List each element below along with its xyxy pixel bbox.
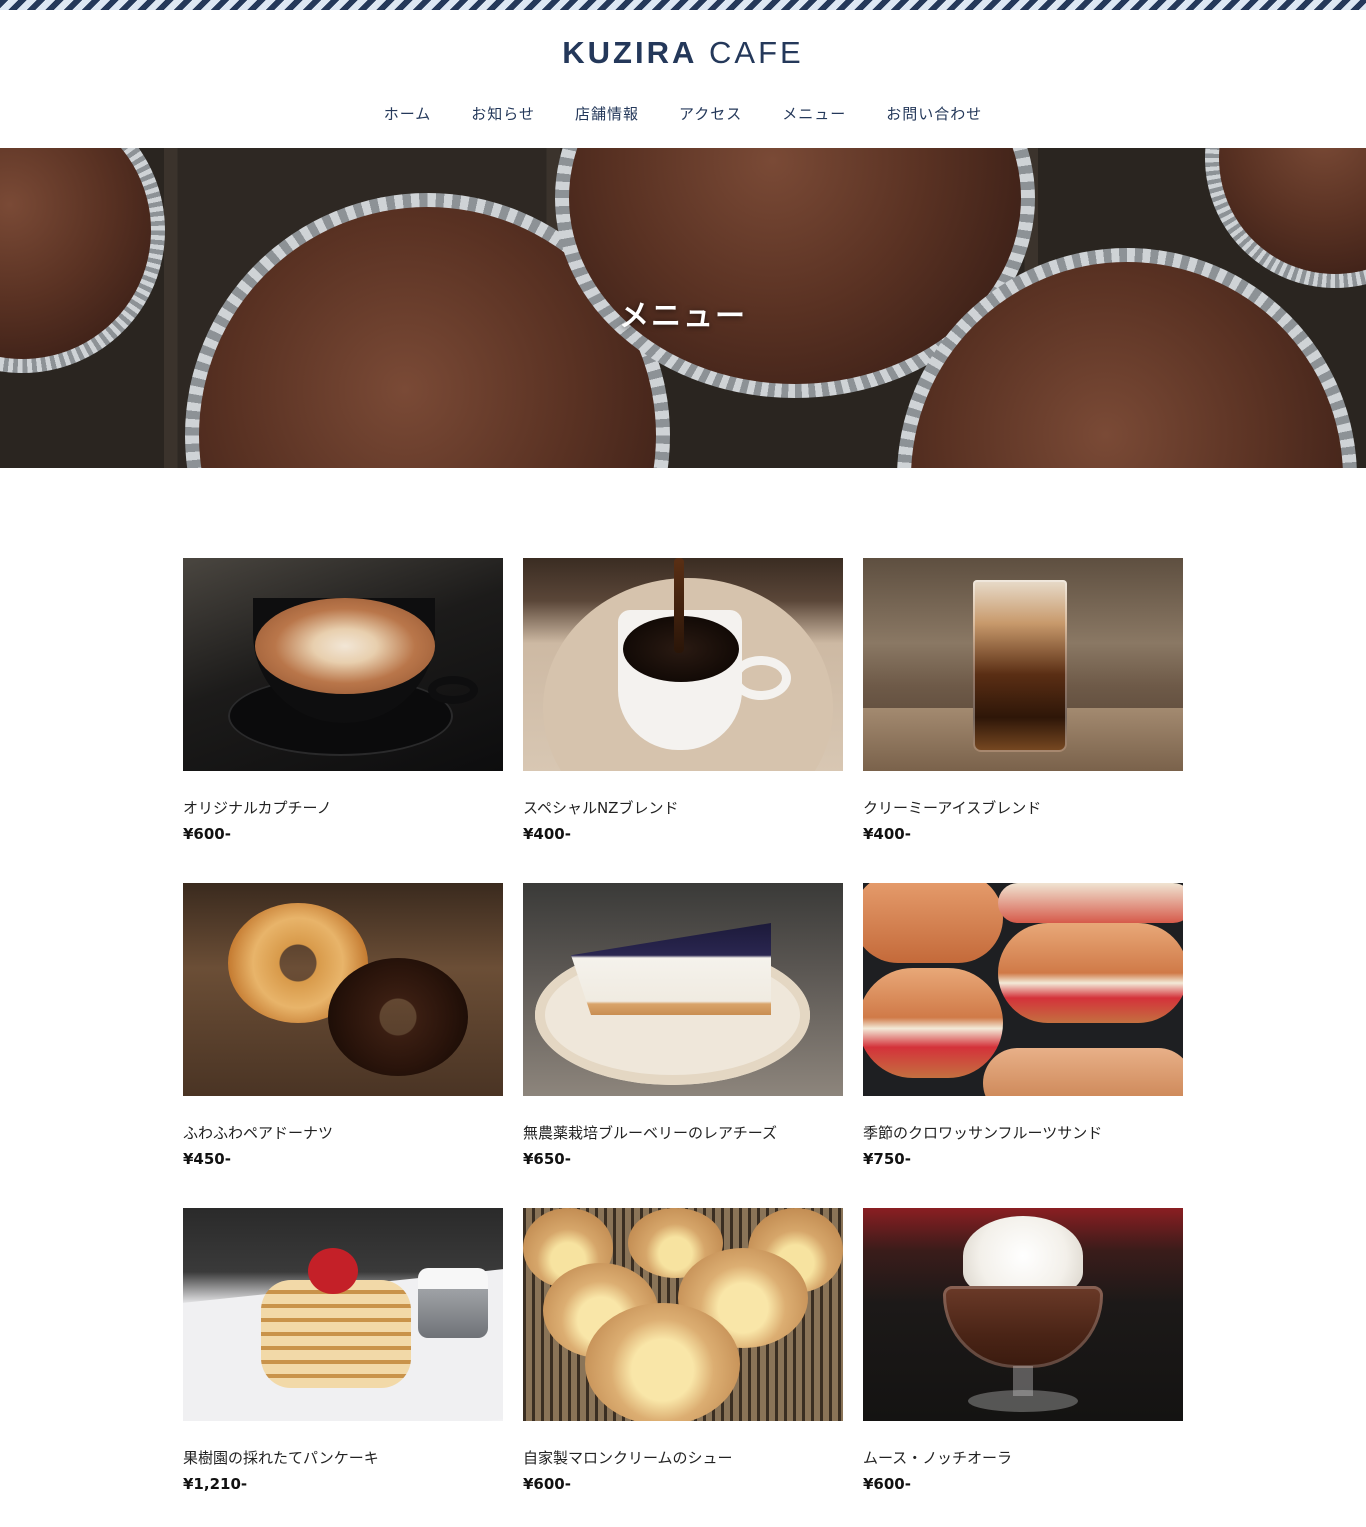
nav-item-news[interactable]: お知らせ (451, 100, 555, 128)
nav-item-menu[interactable]: メニュー (762, 100, 866, 128)
iced-latte-photo (863, 558, 1183, 771)
logo-light-text: CAFE (709, 35, 804, 70)
menu-item-card[interactable]: 果樹園の採れたてパンケーキ ¥1,210- (183, 1208, 503, 1493)
menu-item-name: オリジナルカプチーノ (183, 799, 332, 817)
menu-item-card[interactable]: 無農薬栽培ブルーベリーのレアチーズ ¥650- (523, 883, 843, 1168)
menu-item-price: ¥600- (863, 1475, 911, 1493)
blueberry-cheesecake-photo (523, 883, 843, 1096)
menu-item-card[interactable]: スペシャルNZブレンド ¥400- (523, 558, 843, 843)
nav-item-contact[interactable]: お問い合わせ (866, 100, 1002, 128)
nav-item-home[interactable]: ホーム (364, 100, 452, 128)
menu-item-name: ふわふわペアドーナツ (183, 1124, 334, 1142)
top-stripe-decoration (0, 0, 1366, 10)
muffin-image (1205, 148, 1366, 288)
main-nav: ホーム お知らせ 店舗情報 アクセス メニュー お問い合わせ (0, 100, 1366, 128)
menu-item-price: ¥1,210- (183, 1475, 248, 1493)
croissant-sandwich-photo (863, 883, 1183, 1096)
cappuccino-photo (183, 558, 503, 771)
menu-item-name: ムース・ノッチオーラ (863, 1449, 1012, 1467)
menu-item-card[interactable]: 季節のクロワッサンフルーツサンド ¥750- (863, 883, 1183, 1168)
hero-banner: メニュー (0, 148, 1366, 468)
logo-bold-text: KUZIRA (562, 35, 698, 70)
menu-item-price: ¥400- (863, 825, 911, 843)
menu-item-card[interactable]: ふわふわペアドーナツ ¥450- (183, 883, 503, 1168)
donuts-photo (183, 883, 503, 1096)
menu-item-price: ¥750- (863, 1150, 911, 1168)
menu-item-card[interactable]: 自家製マロンクリームのシュー ¥600- (523, 1208, 843, 1493)
page-title: メニュー (619, 299, 747, 334)
menu-item-card[interactable]: ムース・ノッチオーラ ¥600- (863, 1208, 1183, 1493)
menu-item-name: 季節のクロワッサンフルーツサンド (863, 1124, 1103, 1142)
muffin-image (0, 148, 165, 373)
menu-item-card[interactable]: クリーミーアイスブレンド ¥400- (863, 558, 1183, 843)
menu-item-name: 果樹園の採れたてパンケーキ (183, 1449, 379, 1467)
menu-item-name: スペシャルNZブレンド (523, 799, 679, 817)
menu-item-price: ¥600- (183, 825, 231, 843)
menu-item-price: ¥650- (523, 1150, 571, 1168)
menu-item-name: 自家製マロンクリームのシュー (523, 1449, 733, 1467)
chocolate-mousse-photo (863, 1208, 1183, 1421)
pancakes-photo (183, 1208, 503, 1421)
cream-puffs-photo (523, 1208, 843, 1421)
nav-item-access[interactable]: アクセス (659, 100, 762, 128)
menu-item-price: ¥600- (523, 1475, 571, 1493)
menu-item-card[interactable]: オリジナルカプチーノ ¥600- (183, 558, 503, 843)
site-logo[interactable]: KUZIRA CAFE (0, 35, 1366, 71)
menu-item-price: ¥450- (183, 1150, 231, 1168)
nav-item-store-info[interactable]: 店舗情報 (555, 100, 659, 128)
menu-item-price: ¥400- (523, 825, 571, 843)
menu-item-name: クリーミーアイスブレンド (863, 799, 1042, 817)
menu-item-name: 無農薬栽培ブルーベリーのレアチーズ (523, 1124, 777, 1142)
coffee-pour-photo (523, 558, 843, 771)
